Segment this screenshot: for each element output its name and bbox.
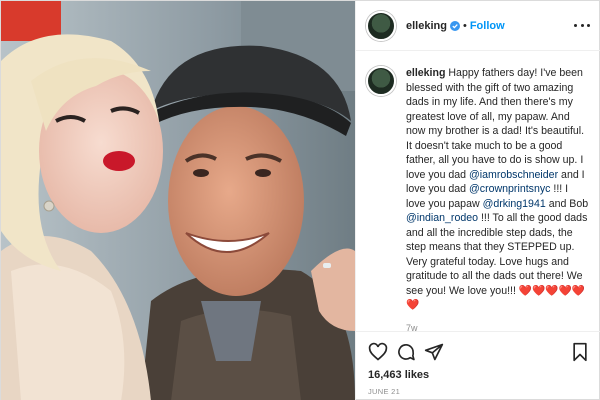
caption-area: elleking Happy fathers day! I've been bl… [356, 52, 600, 333]
comment-icon[interactable] [396, 342, 416, 362]
like-count[interactable]: 16,463 likes [368, 369, 429, 381]
share-icon[interactable] [424, 342, 444, 362]
caption-text: elleking Happy fathers day! I've been bl… [406, 66, 590, 313]
mention-link[interactable]: @iamrobschneider [469, 169, 558, 181]
avatar[interactable] [366, 10, 396, 41]
mention-link[interactable]: @indian_rodeo [406, 212, 478, 224]
caption-username[interactable]: elleking [406, 67, 445, 79]
post-side-panel: elleking • Follow elleking Happy fathers… [355, 1, 600, 400]
mention-link[interactable]: @crownprintsnyc [469, 183, 550, 195]
post-date[interactable]: JUNE 21 [368, 387, 400, 396]
verified-badge-icon [449, 20, 460, 31]
action-bar [356, 331, 600, 367]
avatar[interactable] [366, 66, 396, 96]
header-separator: • [462, 19, 467, 32]
instagram-post: elleking • Follow elleking Happy fathers… [0, 0, 600, 400]
caption-segment: and Bob [545, 197, 589, 210]
header-username[interactable]: elleking [406, 20, 447, 32]
selfie-image [1, 1, 355, 400]
caption-body: elleking Happy fathers day! I've been bl… [406, 66, 590, 333]
follow-button[interactable]: Follow [470, 20, 505, 32]
post-header: elleking • Follow [356, 1, 600, 51]
caption-segment: Happy fathers day! I've been blessed wit… [406, 67, 585, 181]
post-photo[interactable] [1, 1, 355, 400]
bookmark-icon[interactable] [570, 342, 590, 362]
mention-link[interactable]: @drking1941 [483, 198, 546, 210]
heart-icon[interactable] [368, 342, 388, 362]
more-options-icon[interactable] [574, 18, 590, 32]
